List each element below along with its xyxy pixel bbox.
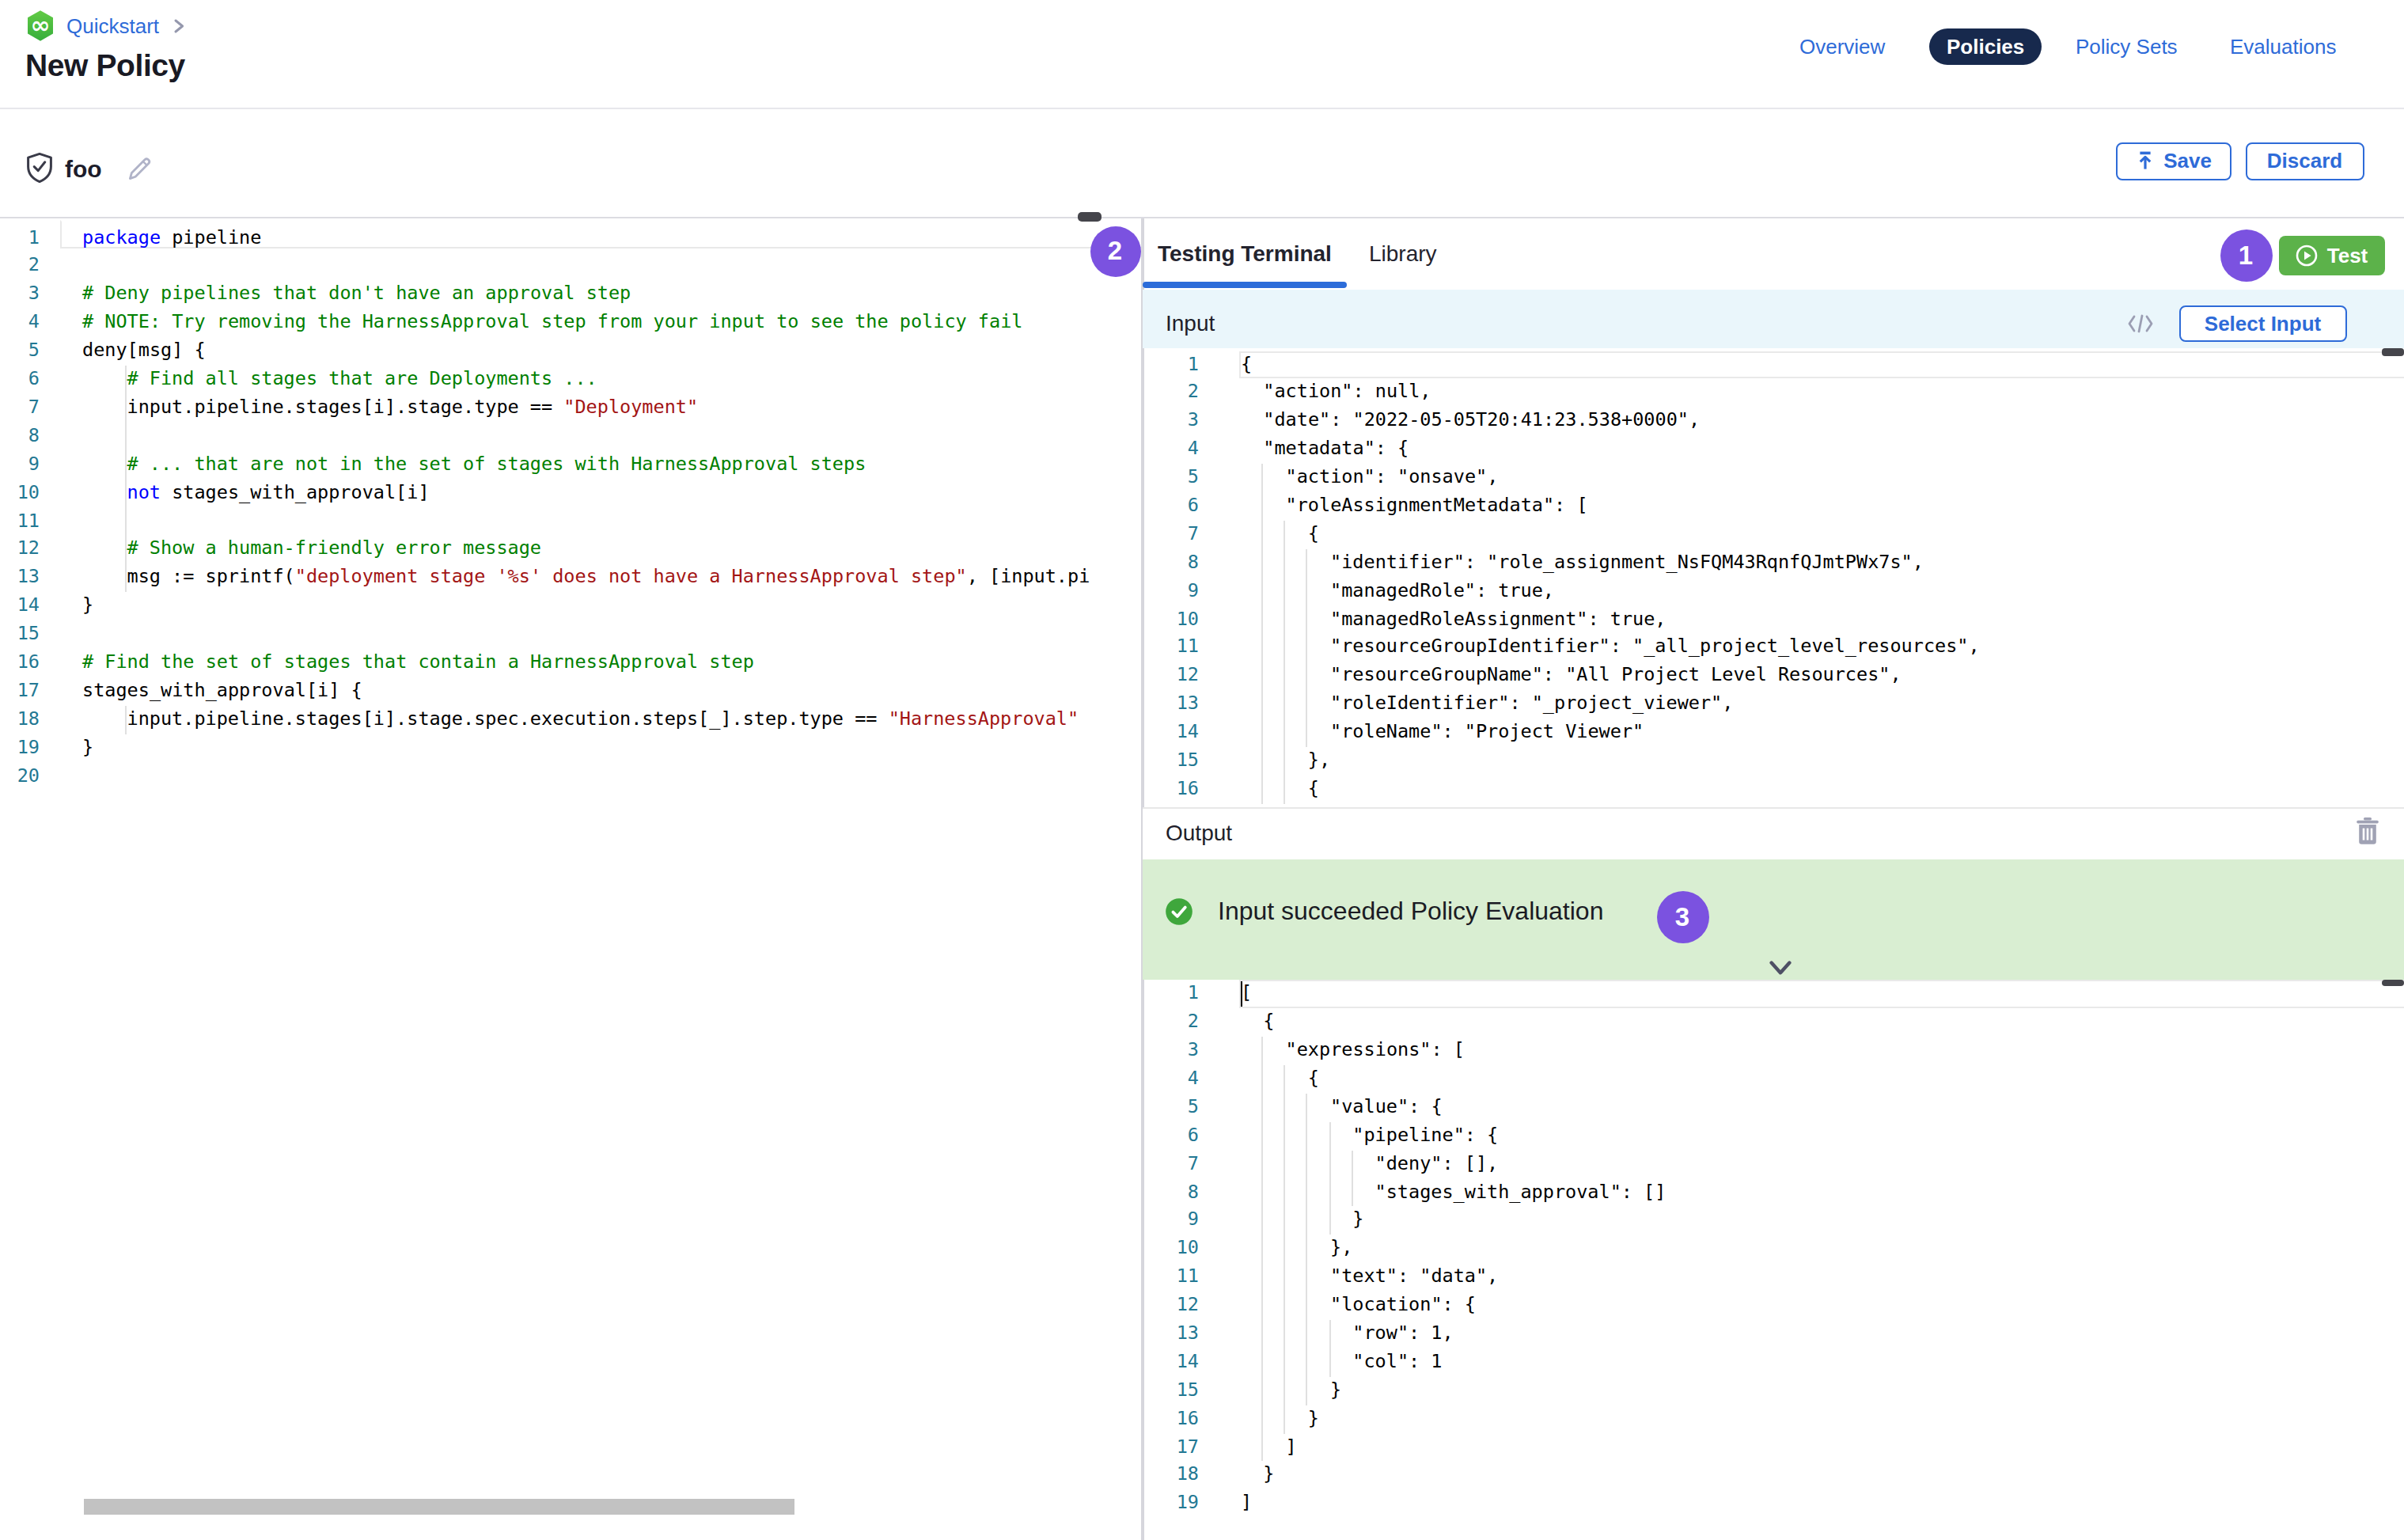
code-line: 16 } [1143, 1405, 2404, 1433]
code-line: 7 "deny": [], [1143, 1150, 2404, 1178]
success-check-icon [1165, 897, 1193, 932]
tab-testing-terminal[interactable]: Testing Terminal [1158, 240, 1332, 265]
code-line: 18 } [1143, 1462, 2404, 1490]
code-line: 1{ [1143, 351, 2404, 379]
code-line: 12 "location": { [1143, 1292, 2404, 1320]
harness-logo-icon: ∞ [25, 9, 55, 43]
code-line: 5 "value": { [1143, 1094, 2404, 1122]
code-line: 13 "roleIdentifier": "_project_viewer", [1143, 690, 2404, 719]
breadcrumb-project-link[interactable]: Quickstart [66, 14, 159, 38]
code-line: 12# Show a human-friendly error message [0, 536, 1090, 564]
code-line: 3# Deny pipelines that don't have an app… [0, 281, 1090, 309]
code-line: 9 } [1143, 1207, 2404, 1235]
test-button[interactable]: Test [2279, 236, 2384, 275]
code-line: 2 "action": null, [1143, 379, 2404, 408]
upload-icon [2135, 151, 2156, 172]
policy-name: foo [65, 155, 102, 182]
code-line: 16 { [1143, 776, 2404, 804]
code-line: 10not stages_with_approval[i] [0, 479, 1090, 507]
code-line: 6# Find all stages that are Deployments … [0, 366, 1090, 394]
code-line: 15 } [1143, 1377, 2404, 1405]
annotation-badge-1: 1 [2220, 229, 2272, 282]
output-label: Output [1166, 819, 1232, 844]
code-line: 16# Find the set of stages that contain … [0, 649, 1090, 677]
text-cursor [1241, 982, 1243, 1007]
code-line: 9 "managedRole": true, [1143, 577, 2404, 605]
annotation-badge-3: 3 [1656, 890, 1708, 943]
tab-policies[interactable]: Policies [1929, 28, 2042, 65]
code-line: 19} [0, 734, 1090, 762]
code-line: 2 [0, 252, 1090, 281]
code-line: 3 "expressions": [ [1143, 1037, 2404, 1065]
trash-icon[interactable] [2354, 816, 2379, 851]
page-title: New Policy [25, 47, 185, 84]
code-line: 1package pipeline [0, 224, 1090, 252]
output-overview-marker [2381, 980, 2404, 987]
play-icon [2296, 244, 2319, 267]
code-view-icon[interactable] [2127, 312, 2154, 340]
code-line: 10 "managedRoleAssignment": true, [1143, 605, 2404, 634]
policy-code-editor[interactable]: 1package pipeline23# Deny pipelines that… [0, 224, 1090, 792]
code-line: 15 [0, 620, 1090, 649]
code-line: 17 ] [1143, 1433, 2404, 1462]
output-section-header [1143, 806, 2404, 859]
code-line: 2 { [1143, 1008, 2404, 1037]
code-line: 6 "pipeline": { [1143, 1122, 2404, 1151]
code-line: 11 [0, 507, 1090, 536]
edit-pencil-icon[interactable] [127, 155, 154, 188]
code-line: 7input.pipeline.stages[i].stage.type == … [0, 394, 1090, 423]
code-line: 14 "col": 1 [1143, 1348, 2404, 1377]
tab-overview[interactable]: Overview [1799, 28, 1885, 65]
code-line: 14 "roleName": "Project Viewer" [1143, 719, 2404, 747]
code-line: 5deny[msg] { [0, 337, 1090, 366]
code-line: 8 "identifier": "role_assignment_NsFQM43… [1143, 548, 2404, 577]
page-header: ∞ Quickstart New Policy Overview Policie… [0, 0, 2404, 108]
svg-text:∞: ∞ [31, 11, 51, 39]
code-line: 12 "resourceGroupName": "All Project Lev… [1143, 662, 2404, 691]
code-line: 7 { [1143, 521, 2404, 549]
policy-toolbar [0, 110, 2404, 218]
code-line: 8 "stages_with_approval": [] [1143, 1178, 2404, 1207]
input-json-editor[interactable]: 1{2 "action": null,3 "date": "2022-05-05… [1143, 351, 2404, 806]
code-line: 6 "roleAssignmentMetadata": [ [1143, 492, 2404, 521]
evaluation-status-text: Input succeeded Policy Evaluation [1218, 897, 1603, 926]
output-json-editor[interactable]: 1[2 {3 "expressions": [4 {5 "value": {6 … [1143, 981, 2404, 1527]
code-line: 4 "metadata": { [1143, 435, 2404, 464]
code-line: 10 }, [1143, 1235, 2404, 1264]
code-line: 20 [0, 762, 1090, 791]
code-line: 19] [1143, 1490, 2404, 1519]
code-line: 11 "text": "data", [1143, 1263, 2404, 1292]
page: ∞ Quickstart New Policy Overview Policie… [0, 0, 2404, 1540]
policy-shield-icon [25, 152, 54, 190]
code-line: 4# NOTE: Try removing the HarnessApprova… [0, 309, 1090, 338]
tab-library[interactable]: Library [1369, 240, 1437, 265]
code-line: 13 "row": 1, [1143, 1320, 2404, 1348]
input-label: Input [1166, 310, 1215, 336]
code-line: 1[ [1143, 981, 2404, 1009]
code-line: 15 }, [1143, 747, 2404, 776]
breadcrumb: ∞ Quickstart [25, 9, 186, 43]
code-line: 14} [0, 592, 1090, 620]
code-line: 17stages_with_approval[i] { [0, 677, 1090, 706]
code-line: 18input.pipeline.stages[i].stage.spec.ex… [0, 705, 1090, 734]
annotation-badge-2: 2 [1090, 226, 1140, 276]
code-line: 5 "action": "onsave", [1143, 464, 2404, 492]
code-line: 9# ... that are not in the set of stages… [0, 450, 1090, 479]
code-line: 8 [0, 423, 1090, 451]
code-line: 3 "date": "2022-05-05T20:41:23.538+0000"… [1143, 408, 2404, 436]
breadcrumb-chevron-icon [170, 12, 186, 40]
input-overview-marker [2381, 349, 2404, 356]
save-button[interactable]: Save [2115, 142, 2231, 180]
tab-policy-sets[interactable]: Policy Sets [2076, 28, 2178, 65]
discard-button[interactable]: Discard [2245, 142, 2364, 180]
code-line: 13msg := sprintf("deployment stage '%s' … [0, 564, 1090, 593]
active-tab-underline [1143, 283, 1346, 288]
code-line: 4 { [1143, 1065, 2404, 1094]
editor-overview-marker [1078, 212, 1102, 221]
chevron-down-icon[interactable] [1769, 954, 1791, 982]
select-input-button[interactable]: Select Input [2179, 305, 2346, 342]
code-line: 11 "resourceGroupIdentifier": "_all_proj… [1143, 634, 2404, 662]
horizontal-scrollbar[interactable] [85, 1498, 794, 1514]
tab-evaluations[interactable]: Evaluations [2230, 28, 2336, 65]
